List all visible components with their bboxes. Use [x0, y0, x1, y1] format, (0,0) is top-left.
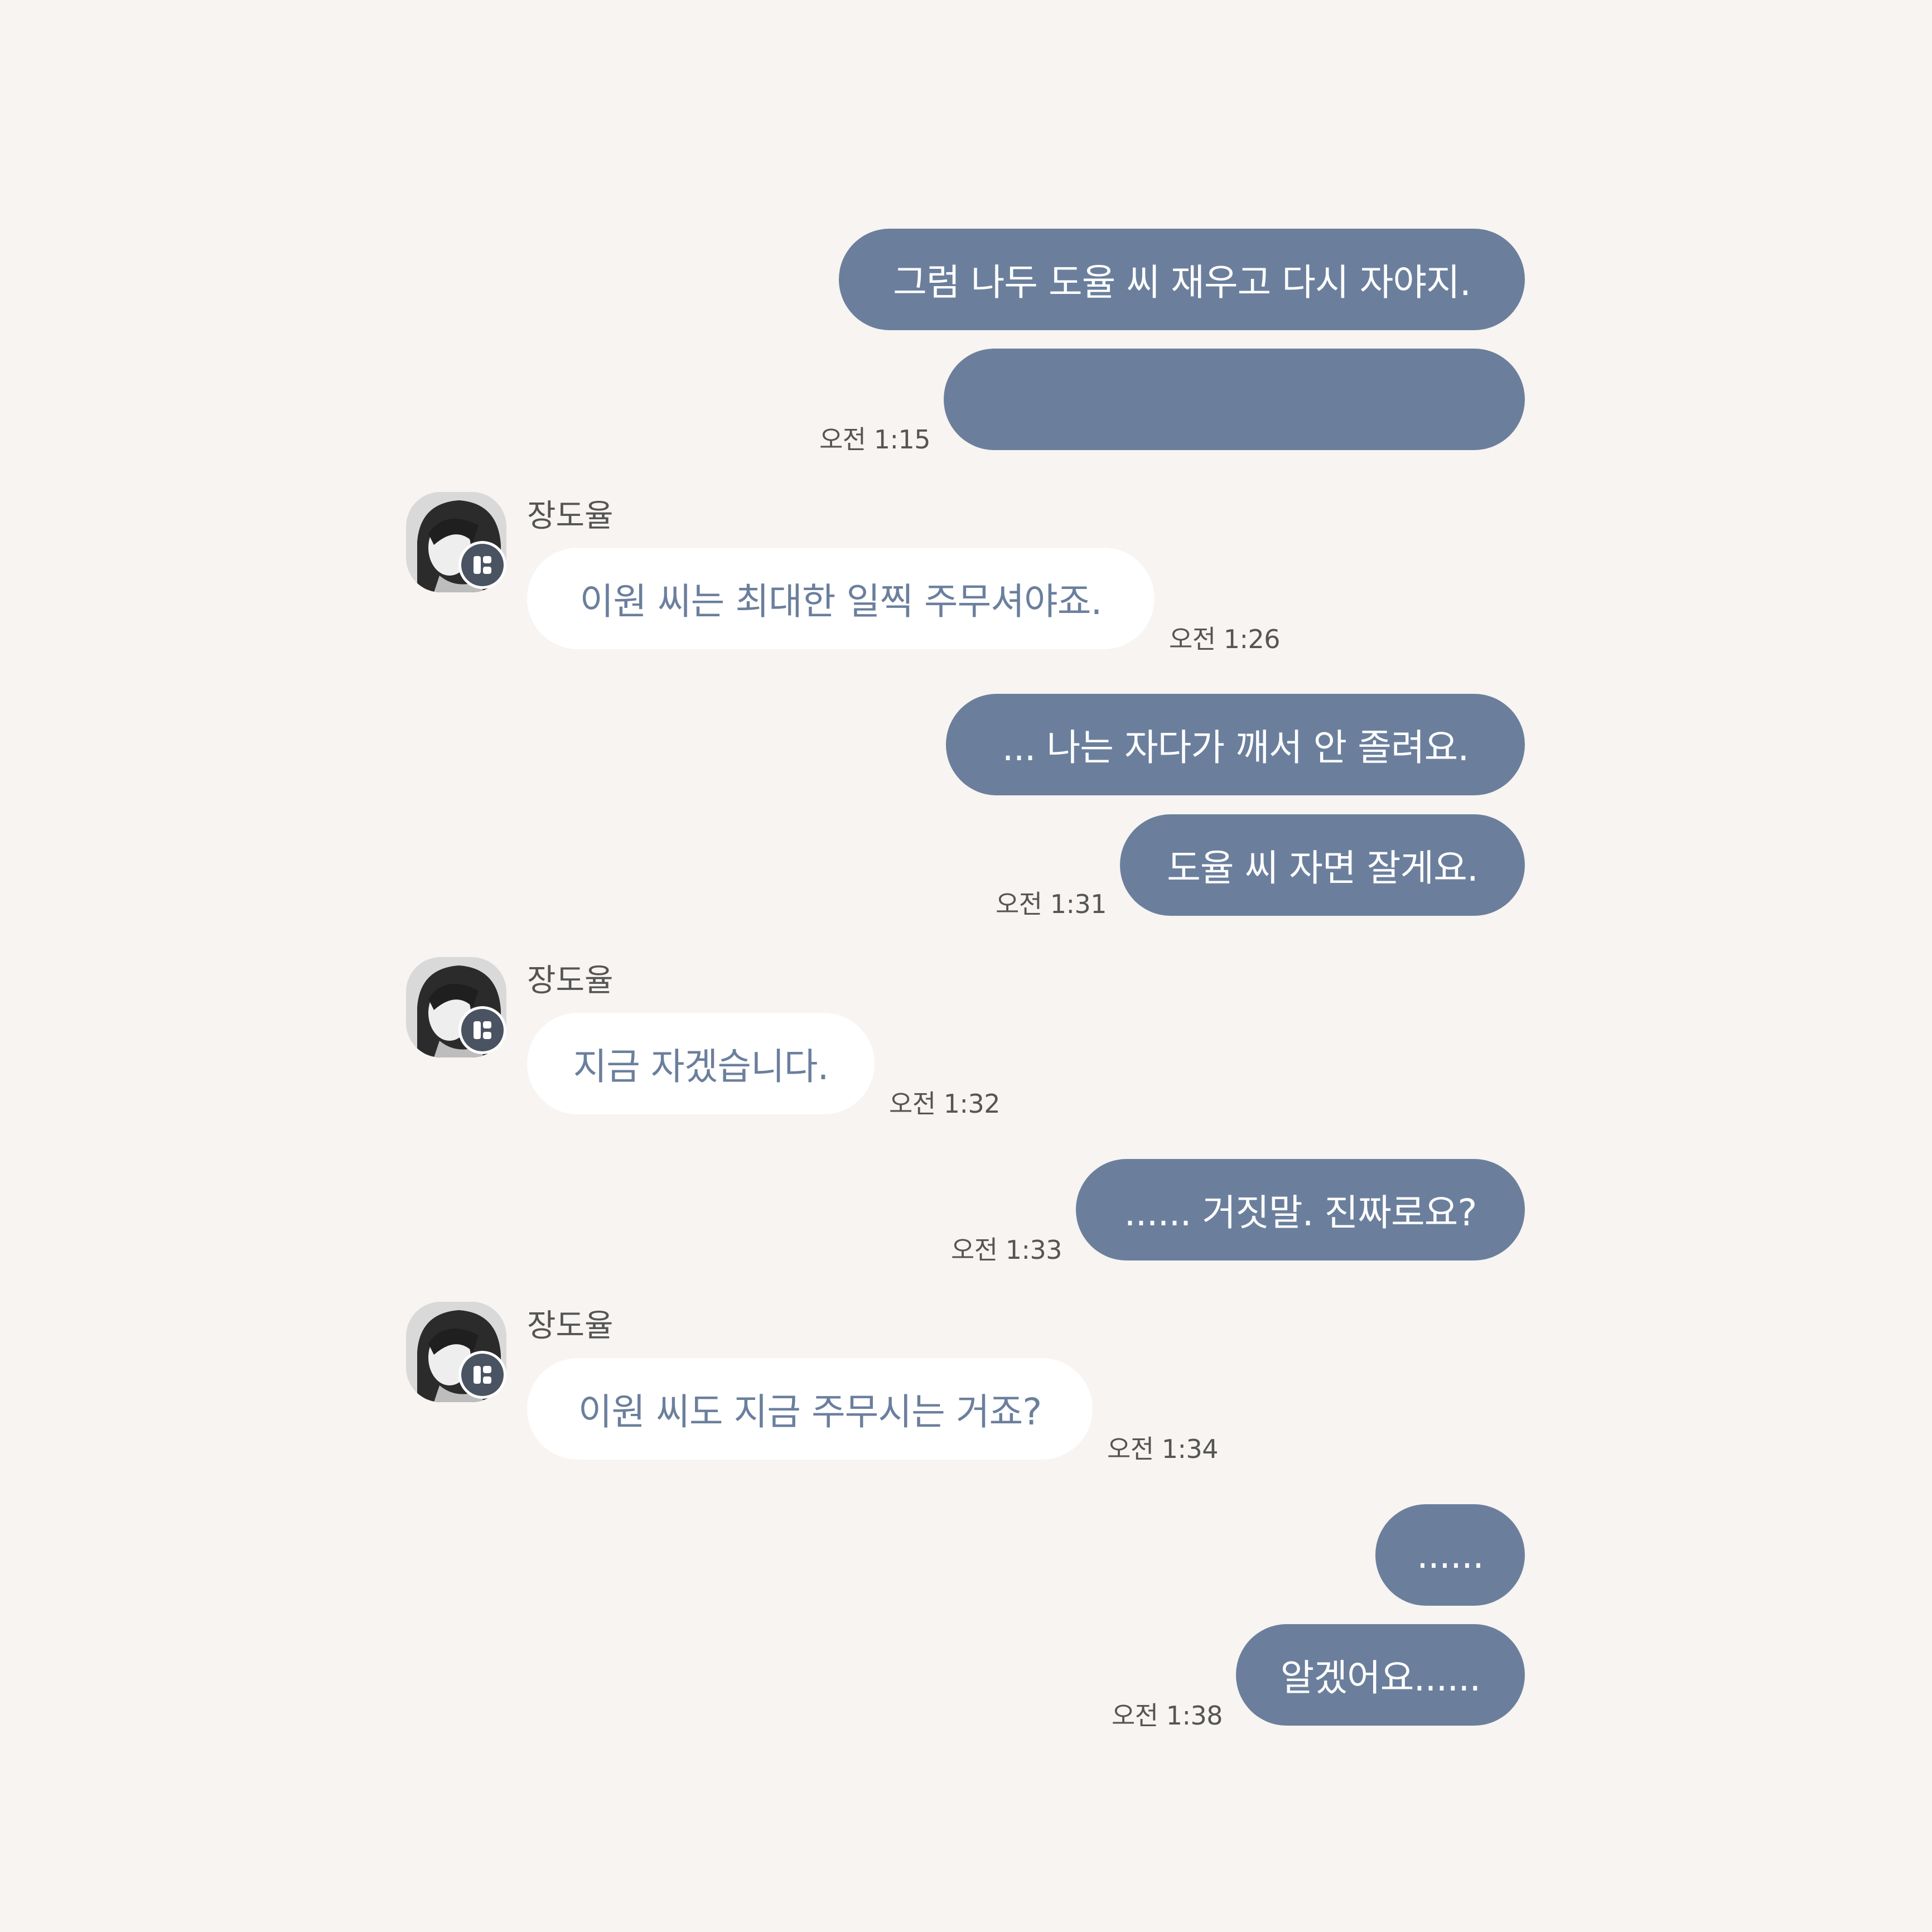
sender-name: 장도율 — [527, 498, 614, 534]
outgoing-message-bubble[interactable]: ...... — [1375, 1504, 1525, 1606]
message-timestamp: 오전 1:15 — [819, 424, 931, 455]
message-timestamp: 오전 1:38 — [1111, 1701, 1223, 1731]
sender-avatar[interactable] — [406, 1302, 506, 1402]
incoming-message-bubble[interactable]: 이원 씨도 지금 주무시는 거죠? — [527, 1358, 1093, 1460]
sender-avatar[interactable] — [406, 492, 506, 592]
channel-badge-icon — [458, 1351, 506, 1399]
incoming-message-bubble[interactable]: 이원 씨는 최대한 일찍 주무셔야죠. — [527, 548, 1155, 649]
channel-badge-icon — [458, 541, 506, 589]
message-timestamp: 오전 1:34 — [1107, 1434, 1219, 1464]
sender-name: 장도율 — [527, 1308, 614, 1344]
channel-badge-icon — [458, 1006, 506, 1054]
message-timestamp: 오전 1:26 — [1169, 624, 1281, 654]
message-timestamp: 오전 1:32 — [889, 1089, 1001, 1119]
outgoing-message-bubble[interactable]: ...... 거짓말. 진짜로요? — [1076, 1159, 1525, 1260]
outgoing-message-bubble[interactable]: 알겠어요...... — [1236, 1624, 1525, 1726]
outgoing-message-bubble[interactable]: 도율 씨 자면 잘게요. — [1120, 814, 1525, 916]
outgoing-message-bubble[interactable]: 그럼 나두 도율 씨 재우고 다시 자야지. — [839, 229, 1525, 330]
message-timestamp: 오전 1:33 — [950, 1235, 1062, 1265]
outgoing-message-bubble[interactable]: ... 나는 자다가 깨서 안 졸려요. — [946, 694, 1525, 795]
sender-avatar[interactable] — [406, 957, 506, 1057]
incoming-message-bubble[interactable]: 지금 자겠습니다. — [527, 1013, 875, 1114]
outgoing-message-bubble[interactable] — [944, 349, 1525, 450]
sender-name: 장도율 — [527, 963, 614, 999]
message-timestamp: 오전 1:31 — [995, 889, 1107, 919]
